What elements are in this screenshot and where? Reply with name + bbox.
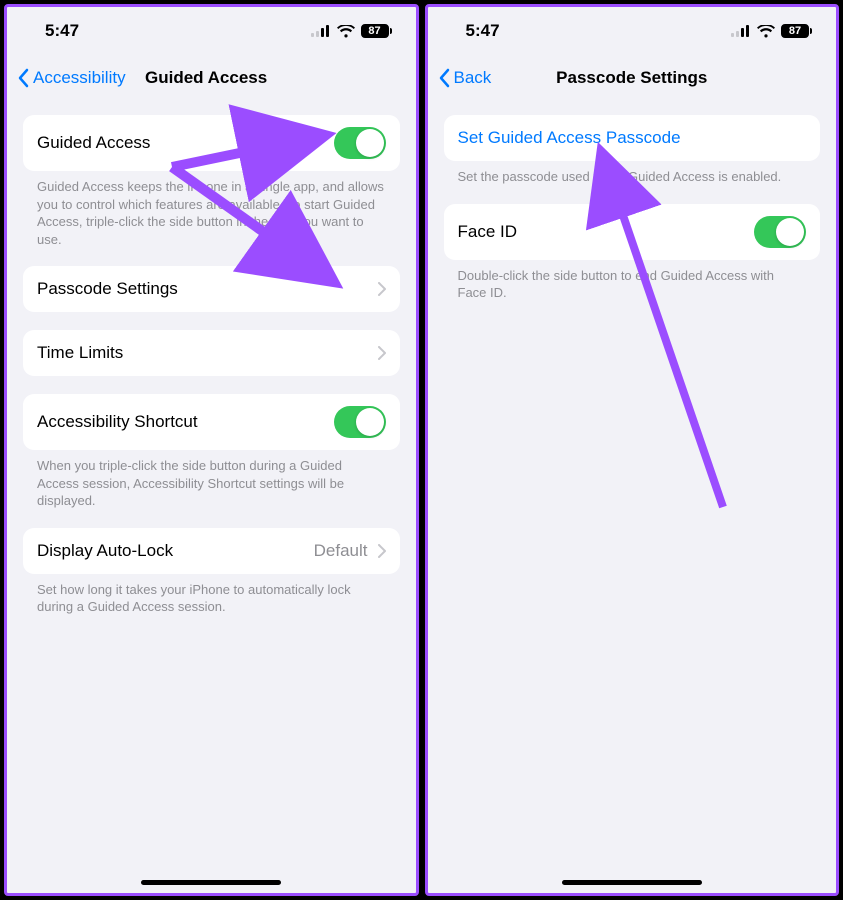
display-autolock-label: Display Auto-Lock: [37, 541, 173, 561]
home-indicator[interactable]: [141, 880, 281, 885]
accessibility-shortcut-label: Accessibility Shortcut: [37, 412, 198, 432]
battery-icon: 87: [781, 24, 812, 38]
cellular-signal-icon: [311, 25, 331, 37]
set-passcode-row[interactable]: Set Guided Access Passcode: [444, 115, 821, 161]
battery-percentage: 87: [368, 25, 380, 37]
face-id-label: Face ID: [458, 222, 518, 242]
status-right: 87: [731, 24, 812, 38]
nav-title: Guided Access: [145, 68, 406, 88]
face-id-group: Face ID Double-click the side button to …: [444, 204, 821, 302]
guided-access-footer: Guided Access keeps the iPhone in a sing…: [23, 171, 400, 248]
face-id-toggle[interactable]: [754, 216, 806, 248]
status-time: 5:47: [45, 21, 79, 41]
display-autolock-row[interactable]: Display Auto-Lock Default: [23, 528, 400, 574]
accessibility-shortcut-group: Accessibility Shortcut When you triple-c…: [23, 394, 400, 510]
status-bar: 5:47 87: [7, 7, 416, 55]
battery-icon: 87: [361, 24, 392, 38]
guided-access-group: Guided Access Guided Access keeps the iP…: [23, 115, 400, 248]
passcode-settings-label: Passcode Settings: [37, 279, 178, 299]
display-autolock-value: Default: [314, 541, 368, 561]
nav-bar: Accessibility Guided Access: [7, 55, 416, 101]
cellular-signal-icon: [731, 25, 751, 37]
content: Guided Access Guided Access keeps the iP…: [7, 101, 416, 893]
set-passcode-label: Set Guided Access Passcode: [458, 128, 681, 148]
guided-access-label: Guided Access: [37, 133, 150, 153]
time-limits-group: Time Limits: [23, 330, 400, 376]
back-button[interactable]: Back: [438, 68, 492, 88]
accessibility-shortcut-footer: When you triple-click the side button du…: [23, 450, 400, 510]
set-passcode-group: Set Guided Access Passcode Set the passc…: [444, 115, 821, 186]
guided-access-toggle[interactable]: [334, 127, 386, 159]
display-autolock-footer: Set how long it takes your iPhone to aut…: [23, 574, 400, 616]
chevron-left-icon: [17, 68, 29, 88]
chevron-right-icon: [378, 282, 386, 296]
passcode-settings-group: Passcode Settings: [23, 266, 400, 312]
back-label: Back: [454, 68, 492, 88]
chevron-right-icon: [378, 346, 386, 360]
wifi-icon: [757, 25, 775, 38]
set-passcode-footer: Set the passcode used when Guided Access…: [444, 161, 821, 186]
wifi-icon: [337, 25, 355, 38]
back-button[interactable]: Accessibility: [17, 68, 126, 88]
time-limits-row[interactable]: Time Limits: [23, 330, 400, 376]
left-phone-frame: 5:47 87 Accessibility Guided Access Guid…: [4, 4, 419, 896]
accessibility-shortcut-toggle[interactable]: [334, 406, 386, 438]
nav-bar: Back Passcode Settings: [428, 55, 837, 101]
accessibility-shortcut-row[interactable]: Accessibility Shortcut: [23, 394, 400, 450]
passcode-settings-row[interactable]: Passcode Settings: [23, 266, 400, 312]
battery-percentage: 87: [789, 25, 801, 37]
status-bar: 5:47 87: [428, 7, 837, 55]
face-id-row[interactable]: Face ID: [444, 204, 821, 260]
back-label: Accessibility: [33, 68, 126, 88]
content: Set Guided Access Passcode Set the passc…: [428, 101, 837, 893]
guided-access-row[interactable]: Guided Access: [23, 115, 400, 171]
home-indicator[interactable]: [562, 880, 702, 885]
time-limits-label: Time Limits: [37, 343, 123, 363]
right-phone-frame: 5:47 87 Back Passcode Settings Set Guide…: [425, 4, 840, 896]
face-id-footer: Double-click the side button to end Guid…: [444, 260, 821, 302]
chevron-left-icon: [438, 68, 450, 88]
status-right: 87: [311, 24, 392, 38]
status-time: 5:47: [466, 21, 500, 41]
nav-title: Passcode Settings: [438, 68, 827, 88]
display-autolock-group: Display Auto-Lock Default Set how long i…: [23, 528, 400, 616]
chevron-right-icon: [378, 544, 386, 558]
